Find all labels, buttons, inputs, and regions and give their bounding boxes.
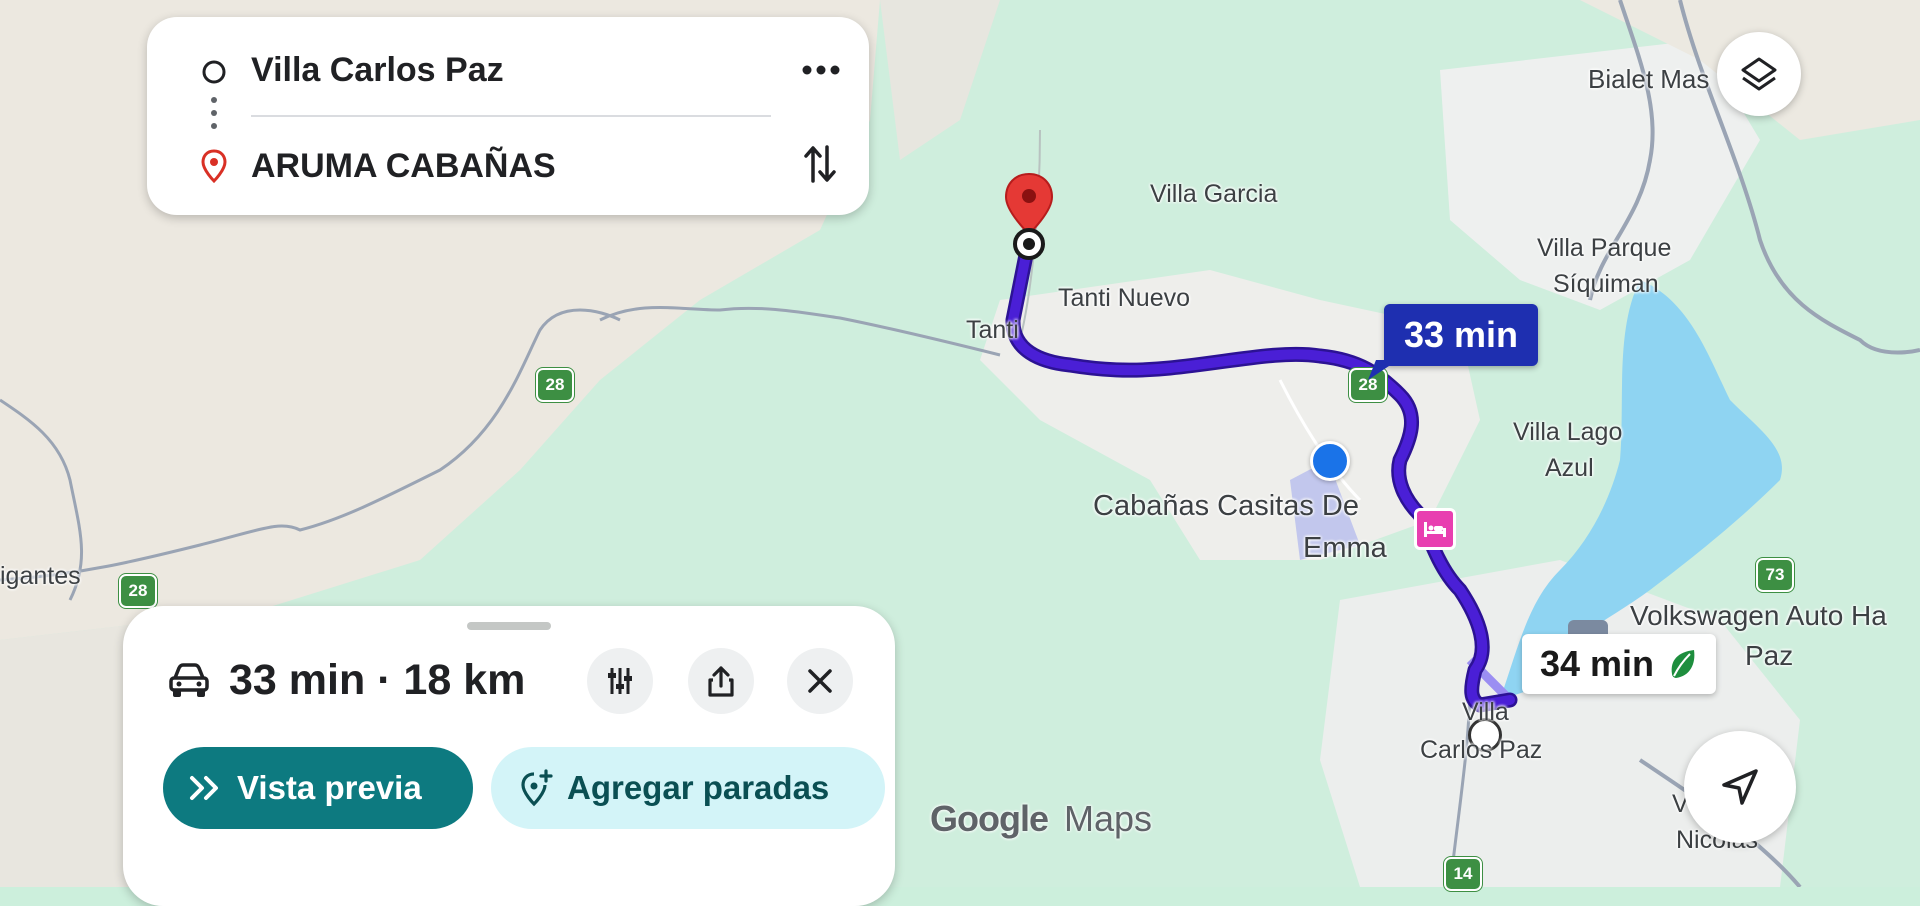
watermark-maps: Maps bbox=[1064, 798, 1153, 839]
map-label: igantes bbox=[0, 562, 81, 590]
route-shield-73: 73 bbox=[1756, 558, 1794, 592]
map-label: Villa bbox=[1462, 698, 1509, 726]
add-location-icon bbox=[521, 769, 553, 807]
sheet-drag-handle[interactable] bbox=[467, 622, 551, 630]
route-shield-14: 14 bbox=[1444, 857, 1482, 891]
add-stops-button-label: Agregar paradas bbox=[567, 769, 830, 806]
double-chevron-icon bbox=[190, 776, 218, 800]
destination-pin-small-icon bbox=[201, 149, 227, 183]
eco-leaf-icon bbox=[1671, 650, 1695, 678]
layers-button[interactable] bbox=[1717, 32, 1801, 116]
more-options-icon[interactable] bbox=[801, 63, 841, 77]
route-time-bubble[interactable]: 33 min bbox=[1384, 304, 1539, 366]
map-label: Bialet Mas bbox=[1588, 64, 1710, 94]
map-label: Villa Parque bbox=[1537, 234, 1672, 262]
hotel-poi-icon[interactable] bbox=[1414, 508, 1456, 550]
alt-route-time-text: 34 min bbox=[1540, 643, 1655, 684]
input-divider bbox=[251, 115, 771, 117]
map-label: Azul bbox=[1545, 454, 1594, 482]
navigation-button[interactable] bbox=[1684, 731, 1796, 843]
map-label: Tanti Nuevo bbox=[1058, 284, 1191, 312]
route-shield-28: 28 bbox=[536, 368, 574, 402]
route-options-button[interactable] bbox=[587, 648, 653, 714]
route-input-card: Villa Carlos Paz ARUMA CABAÑAS bbox=[147, 17, 869, 215]
route-connector-dots-icon bbox=[211, 97, 217, 129]
map-label: Cabañas Casitas De bbox=[1093, 490, 1359, 522]
watermark-google: Google bbox=[930, 798, 1049, 839]
origin-input[interactable]: Villa Carlos Paz bbox=[251, 51, 504, 90]
preview-button-label: Vista previa bbox=[237, 769, 422, 806]
layers-icon bbox=[1741, 57, 1777, 91]
directions-bottom-sheet: 33 min · 18 km Vista previa Agregar para… bbox=[123, 606, 895, 906]
preview-button[interactable]: Vista previa bbox=[163, 747, 473, 829]
map-label: Tanti bbox=[966, 316, 1019, 344]
navigation-arrow-icon bbox=[1722, 769, 1758, 805]
route-bubble-pointer-icon bbox=[1368, 360, 1398, 380]
map-label: Carlos Paz bbox=[1420, 736, 1543, 764]
alt-route-time-bubble[interactable]: 34 min bbox=[1522, 634, 1717, 694]
close-button[interactable] bbox=[787, 648, 853, 714]
car-icon bbox=[169, 663, 209, 697]
map-label: Villa Garcia bbox=[1150, 180, 1278, 208]
map-label: Volkswagen Auto Ha bbox=[1630, 600, 1887, 631]
share-button[interactable] bbox=[688, 648, 754, 714]
google-maps-watermark: Google Maps bbox=[930, 798, 1152, 840]
close-icon bbox=[808, 669, 832, 693]
swap-directions-icon[interactable] bbox=[803, 143, 837, 185]
add-stops-button[interactable]: Agregar paradas bbox=[491, 747, 885, 829]
map-label: Síquiman bbox=[1553, 270, 1659, 298]
tune-icon bbox=[608, 668, 632, 694]
map-label: Paz bbox=[1745, 640, 1794, 671]
current-location-dot bbox=[1310, 441, 1350, 481]
route-time-text: 33 min bbox=[1404, 314, 1519, 355]
route-shield-28: 28 bbox=[119, 574, 157, 608]
share-icon bbox=[708, 666, 734, 697]
map-label: Villa Lago bbox=[1513, 418, 1623, 446]
origin-circle-icon bbox=[202, 60, 226, 84]
destination-input[interactable]: ARUMA CABAÑAS bbox=[251, 147, 556, 186]
route-summary: 33 min · 18 km bbox=[229, 656, 526, 704]
destination-pin-icon[interactable] bbox=[1002, 172, 1056, 262]
map-label: Emma bbox=[1303, 532, 1387, 564]
